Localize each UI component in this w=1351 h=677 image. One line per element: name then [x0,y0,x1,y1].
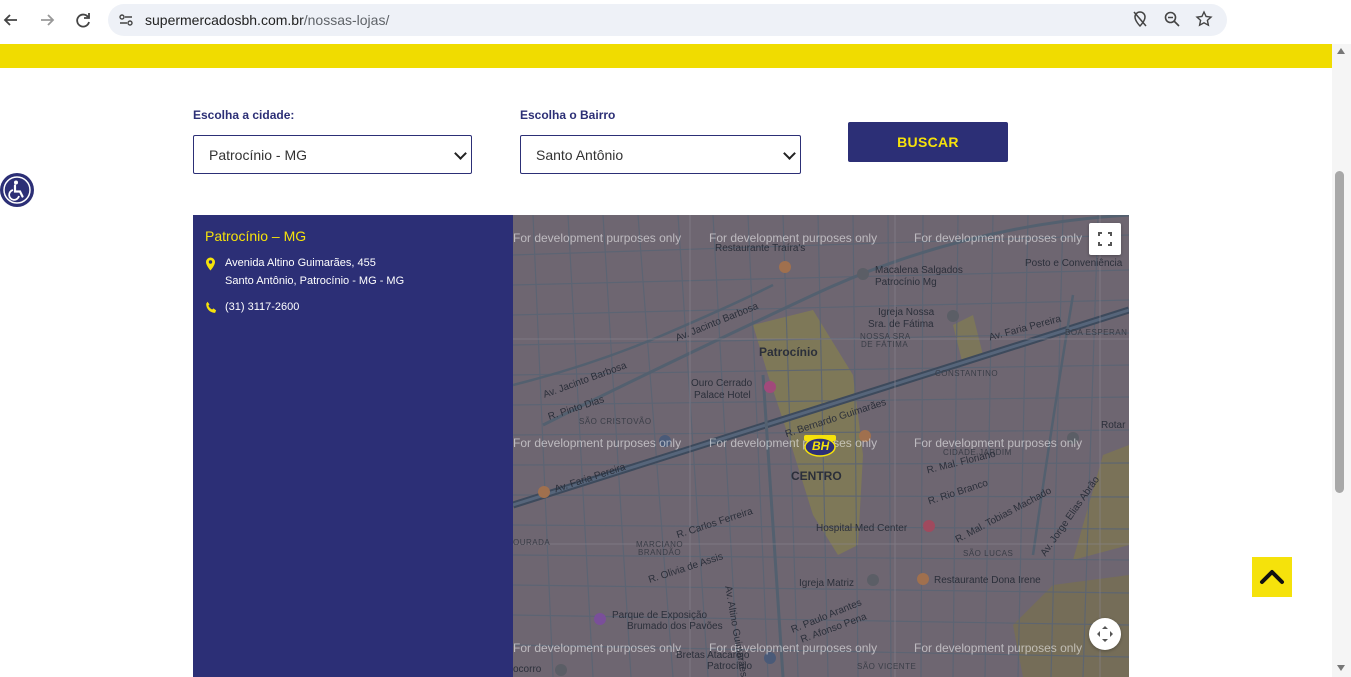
store-marker-label: BH [812,439,830,453]
map-label: ocorro [513,664,542,675]
city-label: Escolha a cidade: [193,108,295,122]
site-header-band [0,44,1332,68]
map-label: BOA ESPERAN [1065,328,1128,337]
store-phone: (31) 3117-2600 [225,301,300,313]
store-map[interactable]: For development purposes only For develo… [513,215,1129,677]
city-select[interactable]: Patrocínio - MG [193,135,472,174]
map-label: Sra. de Fátima [868,319,934,330]
fullscreen-icon[interactable] [1089,223,1121,255]
reload-icon[interactable] [72,9,94,31]
neighborhood-select[interactable]: Santo Antônio [520,135,801,174]
store-address-line2: Santo Antônio, Patrocínio - MG - MG [225,275,405,287]
map-watermark: For development purposes only [513,231,682,245]
back-to-top-button[interactable] [1252,557,1292,597]
phone-icon [205,301,217,319]
city-select-value: Patrocínio - MG [209,147,308,163]
map-label: SÃO CRISTOVÃO [579,417,652,426]
map-label: Brumado dos Pavões [627,621,723,632]
map-label: Restaurante Traíra's [715,243,806,254]
accessibility-icon[interactable] [0,173,34,207]
map-label: Igreja Matriz [799,578,855,589]
map-label: Macalena Salgados [875,265,963,276]
search-button[interactable]: BUSCAR [848,122,1008,162]
camera-control-icon[interactable] [1089,618,1121,650]
map-label: Palace Hotel [694,390,751,401]
scrollbar-thumb[interactable] [1335,171,1344,493]
map-label: BRANDÃO [638,548,682,557]
arrow-left-icon[interactable] [0,9,22,31]
map-label: Rotar [1101,420,1126,431]
map-watermark: For development purposes only [914,231,1083,245]
chevron-down-icon [783,147,796,160]
map-watermark: For development purposes only [914,641,1083,655]
url-path: /nossas-lojas/ [303,12,390,28]
store-info-panel: Patrocínio – MG Avenida Altino Guimarães… [193,215,513,677]
map-label: Patrocínio Mg [875,277,937,288]
map-watermark: For development purposes only [513,436,682,450]
page-scrollbar[interactable] [1332,44,1351,677]
url-domain: supermercadosbh.com.br [145,12,304,28]
map-label: Posto e Conveniência [1025,258,1123,269]
chevron-up-icon [1260,570,1284,584]
map-label: OURADA [513,538,551,547]
site-settings-icon[interactable] [118,12,134,28]
map-label: Ouro Cerrado [691,378,753,389]
scroll-up-arrow-icon[interactable] [1337,48,1345,54]
zoom-icon[interactable] [1162,10,1182,30]
store-city-title: Patrocínio – MG [205,228,307,244]
map-label: Hospital Med Center [816,523,908,534]
scroll-down-arrow-icon[interactable] [1337,665,1345,671]
map-label: Restaurante Dona Irene [934,575,1041,586]
map-label: SÃO VICENTE [857,662,917,671]
star-icon[interactable] [1194,10,1214,30]
neighborhood-label: Escolha o Bairro [520,108,616,122]
map-label: CONSTANTINO [935,369,999,378]
map-watermark: For development purposes only [513,641,682,655]
arrow-right-icon[interactable] [36,9,58,31]
neighborhood-select-value: Santo Antônio [536,147,624,163]
map-label: Parque de Exposição [612,610,708,621]
map-label: DE FÁTIMA [861,340,909,349]
url-text[interactable]: supermercadosbh.com.br/nossas-lojas/ [145,12,389,28]
map-label: Igreja Nossa [878,307,935,318]
browser-toolbar: supermercadosbh.com.br/nossas-lojas/ [0,0,1351,44]
chevron-down-icon [454,147,467,160]
store-marker[interactable]: BH [803,433,837,457]
address-bar[interactable]: supermercadosbh.com.br/nossas-lojas/ [108,4,1227,36]
location-off-icon[interactable] [1130,10,1150,30]
store-address-line1: Avenida Altino Guimarães, 455 [225,257,376,269]
map-pin-icon [205,257,216,276]
map-label: CENTRO [791,469,842,483]
map-label: SÃO LUCAS [963,549,1014,558]
map-label: Patrocínio [759,345,818,359]
